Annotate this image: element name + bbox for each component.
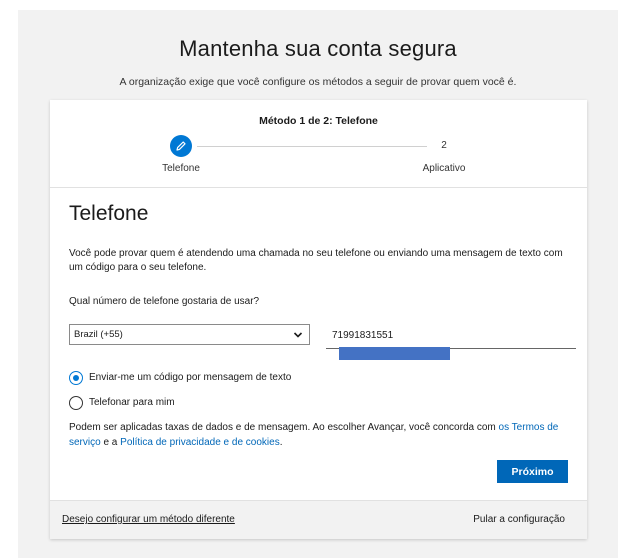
radio-call-me[interactable] [69,396,83,410]
method-description: Você pode provar quem é atendendo uma ch… [69,248,563,273]
page-subtitle: A organização exige que você configure o… [119,76,517,88]
redaction-bar [339,347,450,360]
terms-notice: Podem ser aplicadas taxas de dados e de … [69,420,579,450]
phone-number-value: 71991831551 [332,330,394,341]
terms-text: Podem ser aplicadas taxas de dados e de … [69,422,499,433]
page-background: Mantenha sua conta segura A organização … [18,10,618,558]
country-code-value: Brazil (+55) [74,329,123,340]
step-connector [197,146,427,147]
step-1-label: Telefone [162,163,200,174]
option-text-message-label: Enviar-me um código por mensagem de text… [89,372,292,383]
country-code-select[interactable]: Brazil (+55) [69,324,310,345]
step-2-label: Aplicativo [422,163,466,174]
next-button[interactable]: Próximo [497,460,568,483]
step-1-indicator [170,135,192,157]
terms-text-end: . [279,437,283,448]
skip-setup-link[interactable]: Pular a configuração [473,514,565,525]
method-label: Método 1 de 2: Telefone [259,115,378,127]
radio-text-message[interactable] [69,371,83,385]
step-2-number: 2 [441,140,447,151]
page-title: Mantenha sua conta segura [179,36,457,61]
section-title: Telefone [69,202,149,225]
privacy-policy-link[interactable]: Política de privacidade e de cookies [120,437,280,448]
chevron-down-icon [293,332,303,338]
option-call-me-label: Telefonar para mim [89,397,175,408]
phone-number-input[interactable]: 71991831551 [326,324,576,349]
different-method-link[interactable]: Desejo configurar um método diferente [62,514,235,525]
stepper: Método 1 de 2: Telefone 2 Telefone Aplic… [50,100,587,188]
phone-question: Qual número de telefone gostaria de usar… [69,296,260,307]
terms-text-middle: e a [100,437,121,448]
card-footer: Desejo configurar um método diferente Pu… [50,500,587,539]
pencil-icon [176,141,186,151]
setup-card: Método 1 de 2: Telefone 2 Telefone Aplic… [50,100,587,539]
